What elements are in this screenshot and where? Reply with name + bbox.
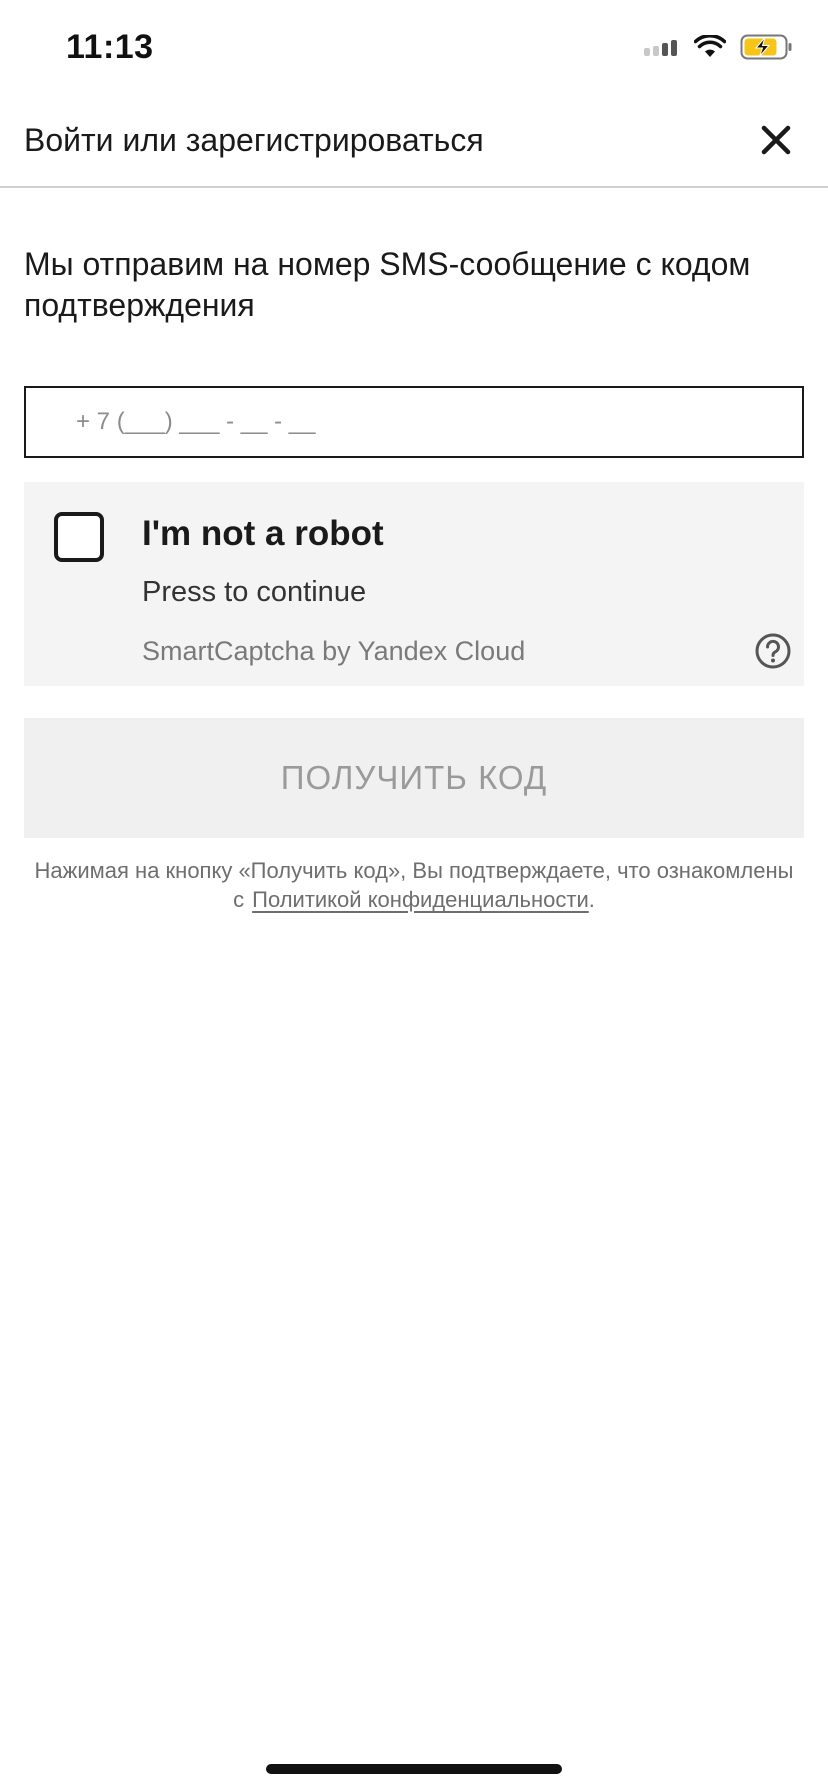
status-time: 11:13 bbox=[66, 28, 154, 66]
smart-captcha: I'm not a robot Press to continue SmartC… bbox=[24, 482, 804, 686]
signal-icon bbox=[644, 40, 677, 56]
header: Войти или зарегистрироваться bbox=[0, 100, 828, 188]
close-icon bbox=[761, 125, 791, 155]
close-button[interactable] bbox=[748, 112, 804, 168]
consent-text: Нажимая на кнопку «Получить код», Вы под… bbox=[24, 856, 804, 914]
wifi-icon bbox=[694, 35, 726, 57]
battery-charging-icon bbox=[740, 34, 792, 60]
status-icons bbox=[644, 34, 794, 60]
captcha-brand: SmartCaptcha by Yandex Cloud bbox=[142, 636, 526, 666]
status-bar: 11:13 bbox=[0, 0, 828, 100]
consent-suffix: . bbox=[588, 887, 595, 912]
home-indicator bbox=[266, 1764, 562, 1774]
privacy-policy-link[interactable]: Политикой конфиденциальности bbox=[252, 887, 589, 912]
get-code-button[interactable]: ПОЛУЧИТЬ КОД bbox=[24, 718, 804, 838]
question-circle-icon[interactable] bbox=[754, 632, 792, 670]
sms-description: Мы отправим на номер SMS-сообщение с код… bbox=[24, 246, 751, 323]
captcha-subtitle: Press to continue bbox=[142, 576, 367, 608]
phone-input[interactable] bbox=[24, 386, 804, 458]
captcha-checkbox[interactable] bbox=[54, 512, 104, 562]
captcha-title: I'm not a robot bbox=[142, 514, 384, 553]
page-title: Войти или зарегистрироваться bbox=[24, 122, 484, 158]
